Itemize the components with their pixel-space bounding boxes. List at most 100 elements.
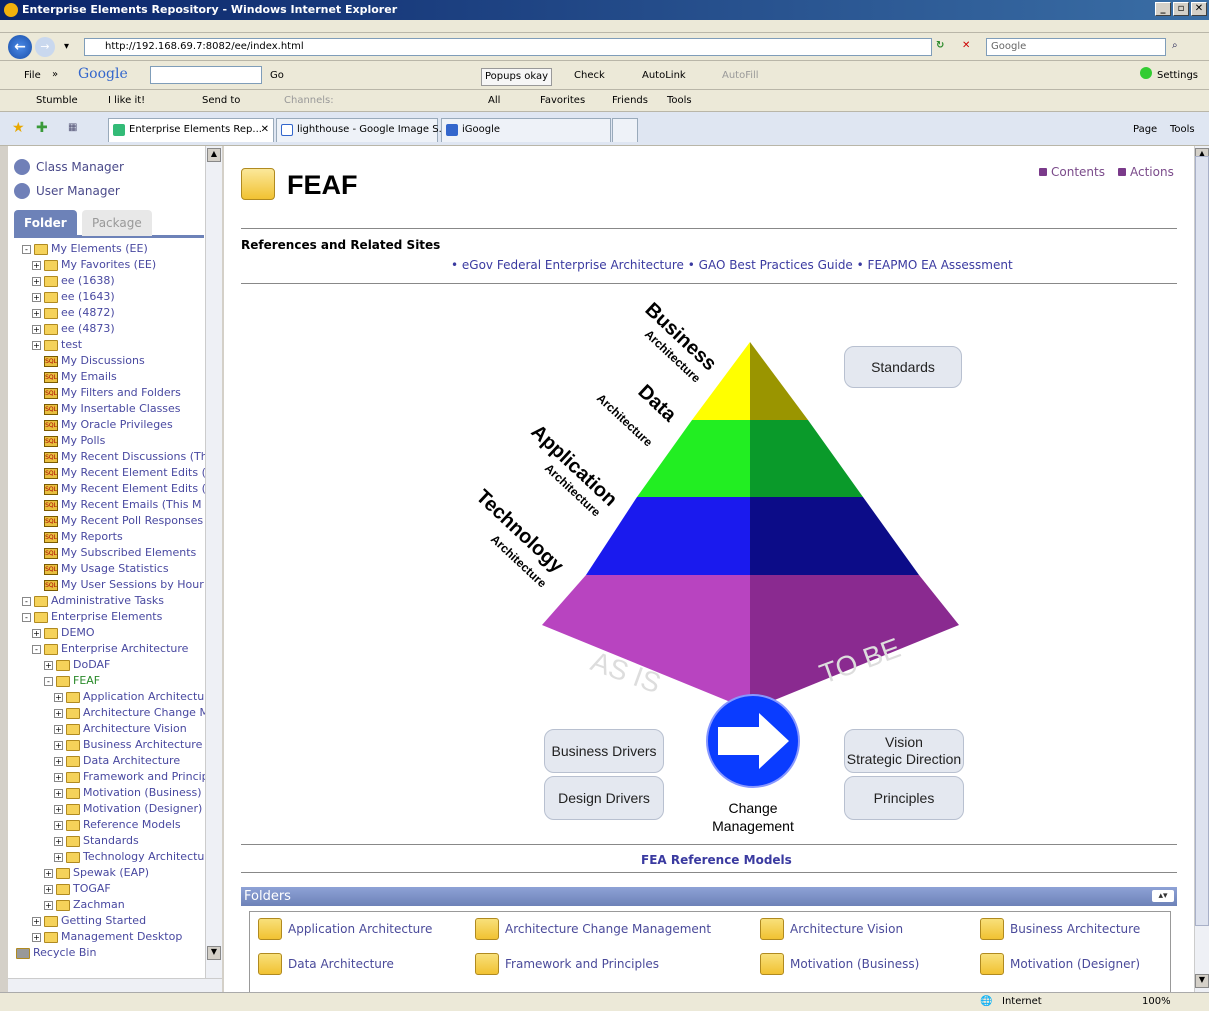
link-egov[interactable]: eGov Federal Enterprise Architecture (462, 258, 684, 272)
all-button[interactable]: All (488, 93, 500, 109)
expand-icon[interactable]: + (54, 692, 63, 702)
tab-folder[interactable]: Folder (14, 210, 77, 236)
popups-button[interactable]: Popups okay (481, 68, 552, 86)
go-button[interactable]: Go (270, 68, 284, 84)
tree-node[interactable]: SQL My Recent Discussions (Th (44, 449, 208, 465)
tab-enterprise-elements[interactable]: Enterprise Elements Rep... ✕ (108, 118, 274, 142)
business-drivers-button[interactable]: Business Drivers (544, 729, 664, 773)
tree-node[interactable]: + TOGAF (44, 881, 111, 897)
tree-node[interactable]: SQL My Polls (44, 433, 105, 449)
close-button[interactable]: ✕ (1191, 2, 1207, 16)
cmd-page-button[interactable]: Page (1133, 122, 1157, 138)
stumble-button[interactable]: Stumble (36, 93, 78, 109)
expand-icon[interactable]: + (32, 292, 41, 302)
technology-layer-right[interactable] (750, 575, 959, 710)
quick-tabs-icon[interactable]: ▦ (68, 120, 77, 136)
expand-icon[interactable]: + (54, 820, 63, 830)
collapse-icon[interactable]: - (44, 676, 53, 686)
send-to-button[interactable]: Send to (202, 93, 240, 109)
tree-node[interactable]: + Spewak (EAP) (44, 865, 149, 881)
history-dropdown-icon[interactable]: ▾ (64, 39, 69, 55)
expand-icon[interactable]: + (54, 852, 63, 862)
url-input[interactable]: http://192.168.69.7:8082/ee/index.html (84, 38, 932, 56)
tree-node[interactable]: + Technology Architectur (54, 849, 209, 865)
tab-igoogle[interactable]: iGoogle (441, 118, 611, 142)
tree-node[interactable]: - Enterprise Elements (22, 609, 162, 625)
sidebar-scrollbar[interactable]: ▲ ▼ (205, 146, 222, 992)
expand-icon[interactable]: + (32, 916, 41, 926)
expand-icon[interactable]: + (32, 628, 41, 638)
tree-node[interactable]: - Administrative Tasks (22, 593, 164, 609)
tree-node[interactable]: - Enterprise Architecture (32, 641, 188, 657)
expand-icon[interactable]: + (44, 660, 53, 670)
tree-node[interactable]: + ee (4873) (32, 321, 115, 337)
tree-node[interactable]: + ee (1638) (32, 273, 115, 289)
change-management-label[interactable]: Change Management (692, 799, 814, 835)
tree-node[interactable]: + Motivation (Designer) (54, 801, 202, 817)
friends-button[interactable]: Friends (612, 93, 648, 109)
expand-icon[interactable]: + (54, 756, 63, 766)
expand-icon[interactable]: + (54, 708, 63, 718)
i-like-it-button[interactable]: I like it! (108, 93, 145, 109)
tree-node[interactable]: + Framework and Princip (54, 769, 209, 785)
tree-node[interactable]: + test (32, 337, 82, 353)
expand-icon[interactable]: + (54, 836, 63, 846)
tools-menu[interactable]: Tools (667, 93, 692, 109)
tree-node[interactable]: + Standards (54, 833, 139, 849)
add-favorite-icon[interactable]: ✚ (36, 120, 48, 136)
sidebar-hscrollbar[interactable] (8, 978, 222, 992)
favorites-button[interactable]: Favorites (540, 93, 585, 109)
expand-icon[interactable]: + (44, 900, 53, 910)
favorites-star-icon[interactable]: ★ (12, 120, 25, 136)
tree-node[interactable]: SQL My Recent Emails (This M (44, 497, 202, 513)
tab-package[interactable]: Package (82, 210, 152, 236)
tree-node[interactable]: SQL My Recent Element Edits ( (44, 465, 206, 481)
fea-reference-models-link[interactable]: FEA Reference Models (641, 853, 792, 867)
autofill-button[interactable]: AutoFill (722, 68, 759, 84)
search-icon[interactable]: ⌕ (1172, 38, 1178, 54)
user-manager-link[interactable]: User Manager (14, 182, 120, 200)
expand-icon[interactable]: + (54, 740, 63, 750)
expand-icon[interactable]: + (54, 788, 63, 798)
google-logo[interactable]: Google (78, 66, 128, 82)
application-layer-right[interactable] (750, 497, 919, 575)
application-layer-left[interactable] (586, 497, 750, 575)
tree-node[interactable]: SQL My Subscribed Elements (44, 545, 196, 561)
autolink-button[interactable]: AutoLink (642, 68, 686, 84)
spellcheck-button[interactable]: Check (574, 68, 605, 84)
scroll-down-icon[interactable]: ▼ (207, 946, 221, 960)
tree-node[interactable]: Recycle Bin (16, 945, 96, 961)
tree-node[interactable]: + Getting Started (32, 913, 146, 929)
tree-node[interactable]: - FEAF (44, 673, 100, 689)
search-input[interactable]: Google (986, 38, 1166, 56)
tree-node[interactable]: + ee (1643) (32, 289, 115, 305)
data-layer-left[interactable] (637, 420, 750, 497)
main-scrollbar[interactable]: ▲ ▼ (1194, 146, 1209, 992)
scroll-down-icon[interactable]: ▼ (1195, 974, 1209, 988)
folder-item[interactable]: Application Architecture (258, 918, 432, 940)
collapse-icon[interactable]: - (32, 644, 41, 654)
refresh-icon[interactable]: ↻ (936, 38, 944, 54)
tree-node[interactable]: + DoDAF (44, 657, 110, 673)
tree-node[interactable]: + Application Architectur (54, 689, 209, 705)
tab-lighthouse[interactable]: lighthouse - Google Image S... (276, 118, 448, 142)
minimize-button[interactable]: _ (1155, 2, 1171, 16)
expand-icon[interactable]: + (54, 772, 63, 782)
tree-node[interactable]: + Reference Models (54, 817, 181, 833)
tree-node[interactable]: + Motivation (Business) (54, 785, 202, 801)
cmd-tools-button[interactable]: Tools (1170, 122, 1195, 138)
tree-node[interactable]: SQL My Reports (44, 529, 123, 545)
expand-icon[interactable]: + (32, 932, 41, 942)
expand-icon[interactable]: + (32, 260, 41, 270)
expand-icon[interactable]: + (32, 324, 41, 334)
tree-node[interactable]: SQL My Usage Statistics (44, 561, 169, 577)
tree-node[interactable]: - My Elements (EE) (22, 241, 148, 257)
expand-icon[interactable]: + (32, 340, 41, 350)
design-drivers-button[interactable]: Design Drivers (544, 776, 664, 820)
contents-link[interactable]: Contents (1039, 165, 1105, 179)
tree-node[interactable]: SQL My User Sessions by Hour (44, 577, 204, 593)
google-search-box[interactable] (150, 66, 262, 84)
tree-node[interactable]: + ee (4872) (32, 305, 115, 321)
tree-node[interactable]: SQL My Emails (44, 369, 117, 385)
new-tab-button[interactable] (612, 118, 638, 142)
